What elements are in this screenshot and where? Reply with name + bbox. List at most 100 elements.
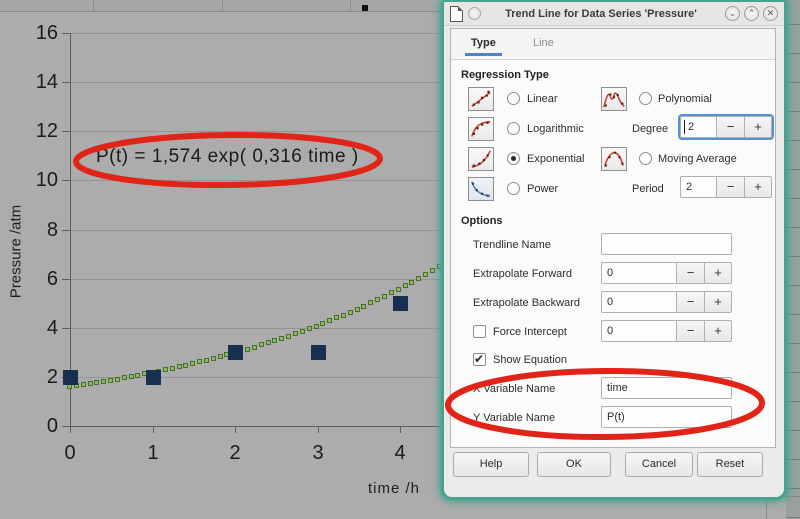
period-increment-button[interactable]: + [744,176,772,198]
trendline-dot [162,367,168,373]
window-menu-icon[interactable] [468,7,481,20]
trendline-dot [416,275,422,281]
data-point[interactable] [393,296,408,312]
trendline-dot [340,312,346,318]
dialog-panel: Type Line Regression Type Linear Polynom… [450,28,776,448]
force-intercept-label: Force Intercept [493,326,567,338]
y-tick-mark [62,230,70,231]
shade-window-button[interactable]: ⌄ [725,6,740,21]
radio-exponential[interactable] [507,152,520,165]
y-tick-mark [62,82,70,83]
y-tick-label: 2 [46,366,58,388]
trendline-dot [114,376,120,382]
x-tick-mark [318,426,319,433]
trendline-equation-label[interactable]: P(t) = 1,574 exp( 0,316 time ) [96,146,359,168]
degree-increment-button[interactable]: + [744,116,772,138]
period-field[interactable]: 2 [680,176,716,198]
period-spinner: 2 − + [680,176,772,198]
data-point[interactable] [310,345,326,361]
extrapolate-backward-decrement-button[interactable]: − [676,291,704,313]
force-intercept-checkbox[interactable] [473,325,486,338]
trendline-name-label: Trendline Name [473,239,551,251]
exponential-label: Exponential [527,153,585,165]
radio-moving-average[interactable] [639,152,652,165]
x-tick-mark [400,426,401,433]
help-button[interactable]: Help [453,452,529,477]
ok-button[interactable]: OK [537,452,611,477]
data-point[interactable] [228,345,243,361]
tab-type[interactable]: Type [465,35,502,56]
show-equation-checkbox[interactable] [473,352,486,366]
y-tick-mark [62,279,70,280]
close-window-button[interactable]: ✕ [763,6,778,21]
trendline-dot [169,365,175,371]
trendline-dot [94,380,100,386]
trendline-dot [395,286,401,292]
extrapolate-forward-field[interactable]: 0 [601,262,676,284]
trendline-dot [279,335,285,341]
x-variable-name-input[interactable]: time [601,377,732,399]
trendline-dot [101,378,107,384]
unshade-window-button[interactable]: ⌃ [744,6,759,21]
trendline-dot [265,340,271,346]
force-intercept-decrement-button[interactable]: − [676,320,704,342]
extrapolate-forward-decrement-button[interactable]: − [676,262,704,284]
power-label: Power [527,183,559,195]
period-label: Period [632,183,664,195]
trendline-dot [292,331,298,337]
degree-decrement-button[interactable]: − [716,116,744,138]
moving-average-icon [601,147,627,171]
trendline-dot [183,362,189,368]
degree-spinner: 2 − + [678,114,774,140]
y-variable-name-input[interactable]: P(t) [601,406,732,428]
trendline-dot [197,359,203,365]
radio-logarithmic[interactable] [507,122,520,135]
trendline-dot [176,364,182,370]
y-tick-mark [62,180,70,181]
x-axis-title: time /h [368,480,421,497]
x-tick-mark [235,426,236,433]
y-tick-label: 14 [35,71,58,93]
trendline-dot [190,361,196,366]
trendline-dot [347,309,353,315]
reset-button[interactable]: Reset [697,452,763,477]
trendline-dot [402,283,408,289]
cell-border [350,0,351,12]
y-tick-label: 6 [46,268,58,290]
data-point[interactable] [63,369,78,385]
chart-selection-handle[interactable] [362,5,368,11]
x-tick-label: 1 [147,442,159,464]
radio-power[interactable] [507,182,520,195]
linear-label: Linear [527,93,558,105]
extrapolate-backward-increment-button[interactable]: + [704,291,732,313]
period-decrement-button[interactable]: − [716,176,744,198]
trend-line-dialog: Trend Line for Data Series 'Pressure' ⌄ … [441,0,787,500]
y-variable-name-label: Y Variable Name [473,412,556,424]
force-intercept-field[interactable]: 0 [601,320,676,342]
trendline-dot [67,384,72,390]
y-tick-label: 12 [35,120,58,142]
x-variable-name-label: X Variable Name [473,383,556,395]
exponential-icon [468,147,494,171]
cell-border [93,0,94,12]
trendline-dot [381,293,387,299]
x-tick-mark [70,426,71,433]
trendline-dot [375,297,381,303]
power-icon [468,177,494,201]
trendline-name-input[interactable] [601,233,732,255]
x-tick-label: 4 [394,442,406,464]
extrapolate-backward-field[interactable]: 0 [601,291,676,313]
logarithmic-icon [468,117,494,141]
force-intercept-increment-button[interactable]: + [704,320,732,342]
data-point[interactable] [145,369,161,385]
tab-bar: Type Line [451,29,775,60]
dialog-title: Trend Line for Data Series 'Pressure' [505,7,697,20]
dialog-titlebar[interactable]: Trend Line for Data Series 'Pressure' ⌄ … [444,2,784,26]
radio-polynomial[interactable] [639,92,652,105]
extrapolate-forward-increment-button[interactable]: + [704,262,732,284]
degree-field[interactable]: 2 [680,116,716,138]
tab-line[interactable]: Line [527,35,560,51]
radio-linear[interactable] [507,92,520,105]
trendline-dot [334,315,340,321]
cancel-button[interactable]: Cancel [625,452,693,477]
